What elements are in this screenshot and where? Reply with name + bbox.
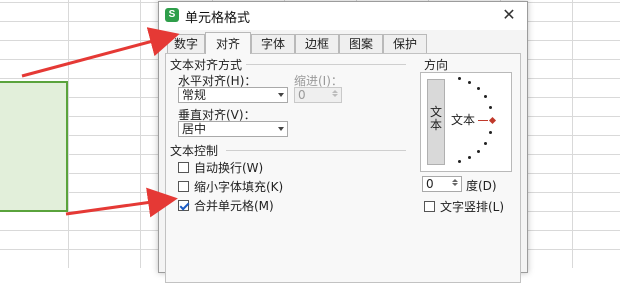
arrow-to-alignment-tab: [21, 27, 180, 78]
annotation-arrows: [21, 27, 180, 218]
arrow-to-merge-cells: [65, 187, 178, 218]
